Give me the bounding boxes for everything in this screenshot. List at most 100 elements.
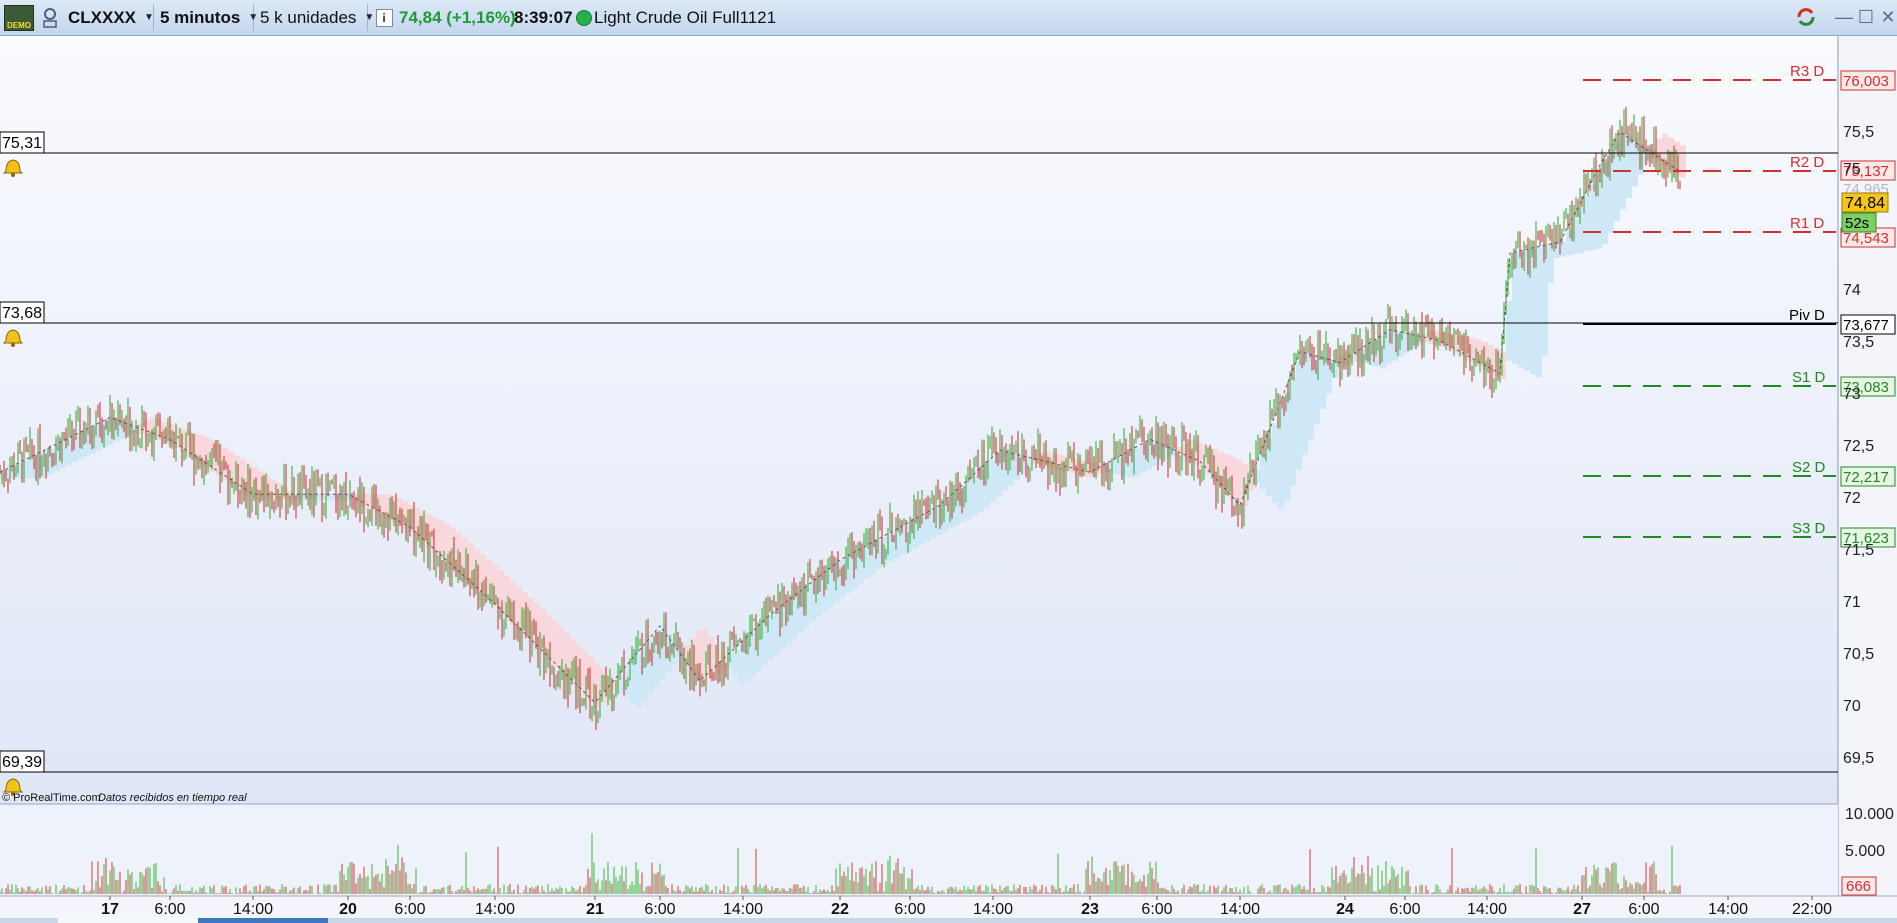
- cloud-segment: [1200, 443, 1206, 468]
- symbol-selector[interactable]: CLXXXX ▼: [64, 4, 154, 31]
- cloud-segment: [588, 656, 594, 702]
- cloud-segment: [552, 620, 558, 667]
- cloud-segment: [1368, 344, 1374, 366]
- cloud-segment: [1410, 334, 1416, 349]
- cloud-segment: [228, 451, 234, 484]
- cloud-segment: [150, 417, 156, 439]
- alert-value: 75,31: [2, 135, 42, 152]
- volume-tick: 5.000: [1845, 843, 1885, 860]
- countdown: 52s: [1845, 215, 1869, 232]
- cloud-segment: [1284, 392, 1290, 501]
- pivot-label: S2 D: [1792, 459, 1826, 476]
- price-tick: 75: [1843, 161, 1861, 178]
- cloud-segment: [1560, 241, 1566, 257]
- cloud-segment: [294, 494, 300, 501]
- close-icon[interactable]: ✕: [1877, 6, 1897, 28]
- cloud-segment: [66, 439, 72, 466]
- cloud-segment: [276, 482, 282, 501]
- cloud-segment: [606, 674, 612, 696]
- cloud-segment: [306, 494, 312, 501]
- cloud-segment: [1428, 330, 1434, 344]
- cloud-segment: [1590, 184, 1596, 251]
- cloud-segment: [1026, 456, 1032, 470]
- refresh-icon[interactable]: [1795, 6, 1817, 28]
- cloud-segment: [1524, 249, 1530, 371]
- cloud-segment: [1380, 336, 1386, 369]
- time-tick: 6:00: [1628, 901, 1659, 918]
- settings-glyph: [43, 7, 57, 28]
- cloud-segment: [366, 494, 372, 510]
- cloud-segment: [1404, 332, 1410, 353]
- time-tick: 6:00: [394, 901, 425, 918]
- cloud-segment: [1542, 245, 1548, 356]
- cloud-segment: [1074, 458, 1080, 475]
- info-icon[interactable]: i: [374, 4, 394, 31]
- time-tick: 14:00: [475, 901, 515, 918]
- cloud-segment: [822, 574, 828, 612]
- maximize-icon[interactable]: ☐: [1855, 6, 1877, 28]
- time-tick: 14:00: [723, 901, 763, 918]
- cloud-segment: [1128, 451, 1134, 478]
- cloud-segment: [1146, 441, 1152, 470]
- time-tick: 24: [1336, 901, 1354, 918]
- cloud-segment: [1002, 450, 1008, 492]
- cloud-segment: [978, 470, 984, 513]
- cloud-segment: [1584, 195, 1590, 252]
- symbol-label: CLXXXX: [68, 7, 137, 27]
- last-price: 74,84: [1845, 195, 1885, 212]
- cloud-segment: [1248, 470, 1254, 491]
- cloud-segment: [1512, 252, 1518, 365]
- cloud-segment: [840, 560, 846, 598]
- copyright-text: © ProRealTime.com: [2, 792, 101, 804]
- cloud-segment: [960, 486, 966, 523]
- chevron-down-icon: ▼: [364, 12, 375, 23]
- cloud-segment: [42, 451, 48, 478]
- price-tick: 72: [1843, 490, 1861, 507]
- cloud-segment: [582, 650, 588, 696]
- cloud-segment: [1548, 244, 1554, 283]
- cloud-segment: [84, 430, 90, 457]
- chevron-down-icon: ▼: [144, 12, 154, 23]
- cloud-segment: [648, 640, 654, 694]
- realtime-text: Datos recibidos en tiempo real: [98, 792, 247, 804]
- cloud-segment: [570, 638, 576, 684]
- cloud-segment: [450, 527, 456, 570]
- cloud-segment: [1152, 440, 1158, 467]
- pivot-value: 72,217: [1843, 469, 1889, 486]
- demo-icon[interactable]: DEMO: [2, 4, 36, 31]
- cloud-segment: [1518, 251, 1524, 368]
- cloud-segment: [6, 469, 12, 479]
- cloud-segment: [858, 550, 864, 584]
- cloud-segment: [696, 630, 702, 682]
- cloud-segment: [528, 597, 534, 643]
- cloud-segment: [1320, 357, 1326, 409]
- cloud-segment: [144, 420, 150, 436]
- cloud-segment: [516, 586, 522, 631]
- price-tick: 70: [1843, 698, 1861, 715]
- cloud-segment: [750, 633, 756, 678]
- cloud-segment: [54, 445, 60, 472]
- units-selector[interactable]: 5 k unidades ▼: [256, 4, 374, 31]
- cloud-segment: [1182, 443, 1188, 460]
- cloud-segment: [708, 636, 714, 680]
- cloud-segment: [1188, 440, 1194, 463]
- cloud-segment: [486, 559, 492, 602]
- cloud-segment: [186, 430, 192, 456]
- time-tick: 22: [831, 901, 849, 918]
- cloud-segment: [1398, 331, 1404, 357]
- cloud-segment: [108, 418, 114, 445]
- minimize-icon[interactable]: —: [1833, 6, 1855, 28]
- cloud-segment: [798, 592, 804, 633]
- cloud-segment: [816, 578, 822, 617]
- time-tick: 14:00: [1467, 901, 1507, 918]
- cloud-segment: [1362, 348, 1368, 364]
- timeframe-selector[interactable]: 5 minutos ▼: [156, 4, 258, 31]
- cloud-segment: [1536, 247, 1542, 378]
- settings-icon[interactable]: [39, 4, 61, 31]
- instrument-name: Light Crude Oil Full1121: [594, 7, 777, 27]
- cloud-segment: [444, 523, 450, 564]
- cloud-segment: [564, 632, 570, 679]
- price-chart[interactable]: 75,31 73,68 69,39 R3 D 76,003 R2 D 75,13…: [0, 36, 1897, 923]
- cloud-segment: [546, 614, 552, 661]
- pivot-label: R2 D: [1790, 154, 1824, 171]
